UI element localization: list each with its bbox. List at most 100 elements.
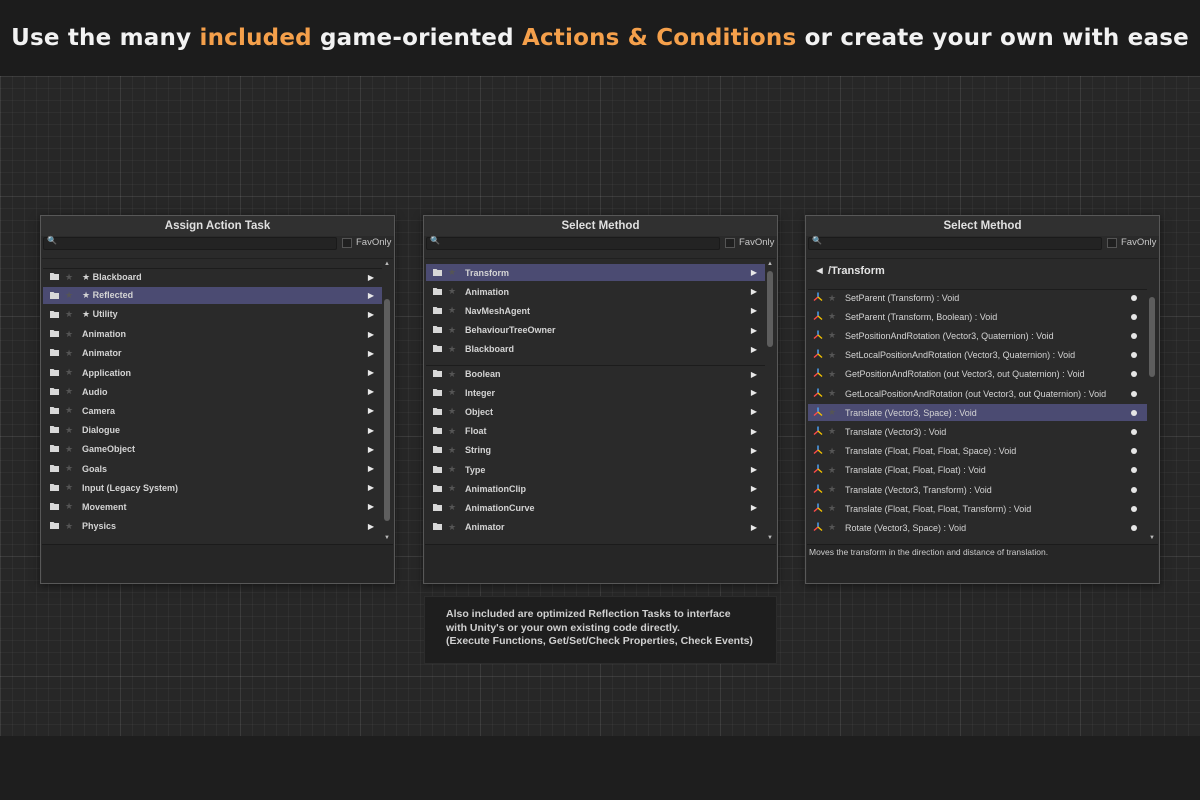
- favorite-star-icon[interactable]: ★: [448, 406, 462, 417]
- favorite-star-icon[interactable]: ★: [65, 521, 79, 532]
- favorite-star-icon[interactable]: ★: [828, 522, 842, 533]
- scroll-up-arrow-icon[interactable]: ▲: [765, 261, 775, 271]
- list-item[interactable]: ★ Input (Legacy System) ▶: [43, 479, 382, 496]
- method-list-item[interactable]: ★ GetLocalPositionAndRotation (out Vector…: [808, 385, 1147, 402]
- task-list[interactable]: ★ ★ Blackboard ▶ ★ ★ Reflected ▶ ★ ★ Utility ▶ ★ A…: [42, 258, 393, 544]
- favorite-star-icon[interactable]: ★: [828, 350, 842, 361]
- favorite-star-icon[interactable]: ★: [65, 444, 79, 455]
- list-item[interactable]: ★ BehaviourTreeOwner ▶: [426, 322, 765, 339]
- list-item[interactable]: ★ Audio ▶: [43, 383, 382, 400]
- scrollbar[interactable]: ▲ ▼: [765, 259, 775, 544]
- search-input[interactable]: 🔍: [426, 236, 720, 250]
- method-list-item[interactable]: ★ Translate (Vector3, Space) : Void: [808, 404, 1147, 422]
- favorite-star-icon[interactable]: ★: [65, 501, 79, 512]
- list-item[interactable]: ★ Blackboard ▶: [426, 341, 765, 358]
- scroll-up-arrow-icon[interactable]: ▲: [382, 261, 392, 271]
- method-list-item[interactable]: ★ Translate (Vector3) : Void: [808, 423, 1147, 440]
- favorite-star-icon[interactable]: ★: [65, 290, 79, 301]
- list-item[interactable]: ★ GameObject ▶: [43, 441, 382, 458]
- list-item[interactable]: ★ String ▶: [426, 442, 765, 459]
- method-list-item[interactable]: ★ Translate (Float, Float, Float, Space) …: [808, 443, 1147, 460]
- favorite-star-icon[interactable]: ★: [448, 483, 462, 494]
- favorite-star-icon[interactable]: ★: [828, 369, 842, 380]
- method-list-item[interactable]: ★ SetPositionAndRotation (Vector3, Quater…: [808, 327, 1147, 344]
- favorite-star-icon[interactable]: ★: [828, 446, 842, 457]
- scroll-up-arrow-icon[interactable]: [1147, 261, 1157, 271]
- favorite-star-icon[interactable]: ★: [448, 344, 462, 355]
- list-item[interactable]: ★ Movement ▶: [43, 498, 382, 515]
- list-item[interactable]: ★ Object ▶: [426, 403, 765, 420]
- list-item[interactable]: ★ Application ▶: [43, 364, 382, 381]
- scrollbar[interactable]: ▲ ▼: [382, 259, 392, 544]
- scroll-thumb[interactable]: [767, 271, 773, 347]
- list-item[interactable]: ★ AnimationCurve ▶: [426, 499, 765, 516]
- favorite-star-icon[interactable]: ★: [65, 425, 79, 436]
- list-item[interactable]: ★ Animation ▶: [426, 283, 765, 300]
- type-list[interactable]: ★ Transform ▶ ★ Animation ▶ ★ NavMeshAgent ▶ ★ Beh…: [425, 258, 776, 544]
- list-item[interactable]: ★ ★ Blackboard ▶: [43, 268, 382, 285]
- favorite-star-icon[interactable]: ★: [448, 325, 462, 336]
- favorite-star-icon[interactable]: ★: [448, 502, 462, 513]
- favorite-star-icon[interactable]: ★: [828, 465, 842, 476]
- favorite-star-icon[interactable]: ★: [448, 286, 462, 297]
- method-list-item[interactable]: ★ SetParent (Transform, Boolean) : Void: [808, 308, 1147, 325]
- favorite-star-icon[interactable]: ★: [448, 522, 462, 533]
- favorite-star-icon[interactable]: ★: [448, 369, 462, 380]
- list-item[interactable]: ★ Integer ▶: [426, 384, 765, 401]
- method-list-item[interactable]: ★ Translate (Vector3, Transform) : Void: [808, 481, 1147, 498]
- fav-only-checkbox[interactable]: [725, 238, 735, 248]
- favorite-star-icon[interactable]: ★: [65, 272, 79, 283]
- list-item[interactable]: ★ AnimationClip ▶: [426, 480, 765, 497]
- scroll-thumb[interactable]: [384, 299, 390, 521]
- back-to-parent-path[interactable]: ◄ /Transform: [814, 265, 885, 277]
- favorite-star-icon[interactable]: ★: [828, 388, 842, 399]
- list-item[interactable]: ★ ★ Reflected ▶: [43, 287, 382, 305]
- favorite-star-icon[interactable]: ★: [65, 405, 79, 416]
- favorite-star-icon[interactable]: ★: [448, 426, 462, 437]
- list-item[interactable]: ★ Camera ▶: [43, 402, 382, 419]
- list-item[interactable]: ★ ★ Utility ▶: [43, 306, 382, 323]
- favorite-star-icon[interactable]: ★: [448, 387, 462, 398]
- list-item[interactable]: ★ Animator ▶: [426, 519, 765, 536]
- favorite-star-icon[interactable]: ★: [65, 348, 79, 359]
- list-item[interactable]: ★ Animator ▶: [43, 345, 382, 362]
- favorite-star-icon[interactable]: ★: [448, 267, 462, 278]
- method-list[interactable]: ◄ /Transform ★ SetParent (Transform) : Vo…: [807, 258, 1158, 544]
- method-list-item[interactable]: ★ SetLocalPositionAndRotation (Vector3, Q…: [808, 347, 1147, 364]
- list-item[interactable]: ★ Float ▶: [426, 423, 765, 440]
- scrollbar[interactable]: ▼: [1147, 259, 1157, 544]
- favorite-star-icon[interactable]: ★: [65, 309, 79, 320]
- list-item[interactable]: ★ Transform ▶: [426, 264, 765, 281]
- favorite-star-icon[interactable]: ★: [448, 305, 462, 316]
- method-list-item[interactable]: ★ GetPositionAndRotation (out Vector3, ou…: [808, 366, 1147, 383]
- list-item[interactable]: ★ Physics ▶: [43, 518, 382, 535]
- favorite-star-icon[interactable]: ★: [65, 367, 79, 378]
- favorite-star-icon[interactable]: ★: [828, 330, 842, 341]
- scroll-thumb[interactable]: [1149, 297, 1155, 377]
- favorite-star-icon[interactable]: ★: [65, 482, 79, 493]
- favorite-star-icon[interactable]: ★: [828, 311, 842, 322]
- method-list-item[interactable]: ★ Translate (Float, Float, Float) : Void: [808, 462, 1147, 479]
- favorite-star-icon[interactable]: ★: [448, 445, 462, 456]
- favorite-star-icon[interactable]: ★: [65, 329, 79, 340]
- favorite-star-icon[interactable]: ★: [828, 503, 842, 514]
- favorite-star-icon[interactable]: ★: [828, 484, 842, 495]
- method-list-item[interactable]: ★ Rotate (Vector3, Space) : Void: [808, 519, 1147, 536]
- scroll-down-arrow-icon[interactable]: ▼: [382, 535, 392, 544]
- fav-only-checkbox[interactable]: [1107, 238, 1117, 248]
- search-input[interactable]: 🔍: [808, 236, 1102, 250]
- scroll-down-arrow-icon[interactable]: ▼: [765, 535, 775, 544]
- list-item[interactable]: ★ Boolean ▶: [426, 365, 765, 382]
- fav-only-checkbox[interactable]: [342, 238, 352, 248]
- method-list-item[interactable]: ★ Translate (Float, Float, Float, Transfo…: [808, 500, 1147, 517]
- favorite-star-icon[interactable]: ★: [65, 386, 79, 397]
- favorite-star-icon[interactable]: ★: [448, 464, 462, 475]
- list-item[interactable]: ★ Goals ▶: [43, 460, 382, 477]
- list-item[interactable]: ★ NavMeshAgent ▶: [426, 302, 765, 319]
- scroll-down-arrow-icon[interactable]: ▼: [1147, 535, 1157, 544]
- list-item[interactable]: ★ Animation ▶: [43, 326, 382, 343]
- favorite-star-icon[interactable]: ★: [828, 426, 842, 437]
- list-item[interactable]: ★ Type ▶: [426, 461, 765, 478]
- favorite-star-icon[interactable]: ★: [828, 407, 842, 418]
- search-input[interactable]: 🔍: [43, 236, 337, 250]
